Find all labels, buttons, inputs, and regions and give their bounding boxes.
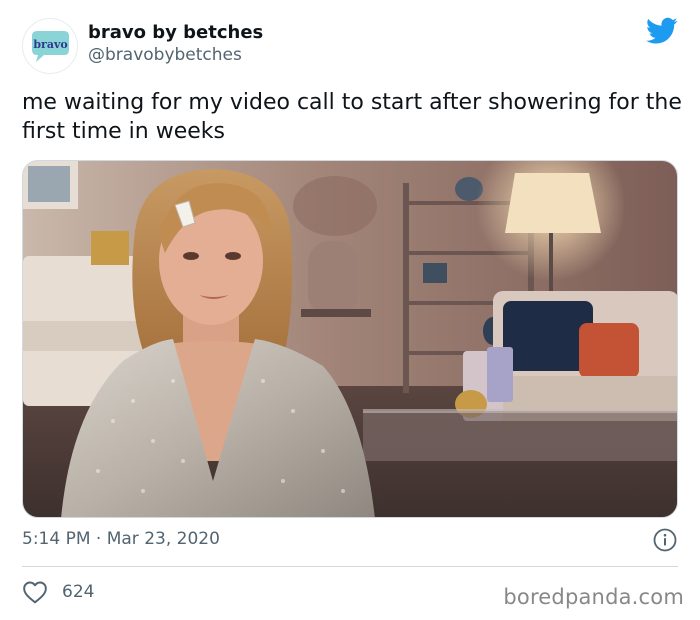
timestamp-separator: · (95, 529, 102, 549)
account-handle[interactable]: @bravobybetches (88, 45, 242, 65)
like-count: 624 (62, 582, 95, 602)
like-button[interactable]: 624 (22, 580, 94, 604)
avatar-logo-text: bravo (33, 38, 67, 51)
twitter-bird-icon[interactable] (646, 17, 678, 45)
tweet-time: 5:14 PM (22, 529, 91, 549)
tweet-date: Mar 23, 2020 (106, 529, 220, 549)
info-icon[interactable] (653, 528, 677, 552)
divider (22, 566, 678, 567)
tweet-card: bravo bravo by betches @bravobybetches m… (0, 0, 700, 620)
tweet-photo[interactable] (22, 160, 678, 518)
avatar[interactable]: bravo (22, 18, 78, 74)
tweet-timestamp[interactable]: 5:14 PM · Mar 23, 2020 (22, 529, 220, 549)
account-name[interactable]: bravo by betches (88, 22, 263, 43)
bravo-logo: bravo (32, 31, 69, 62)
heart-icon (23, 581, 47, 604)
watermark: boredpanda.com (503, 585, 684, 609)
tweet-text: me waiting for my video call to start af… (22, 90, 682, 144)
